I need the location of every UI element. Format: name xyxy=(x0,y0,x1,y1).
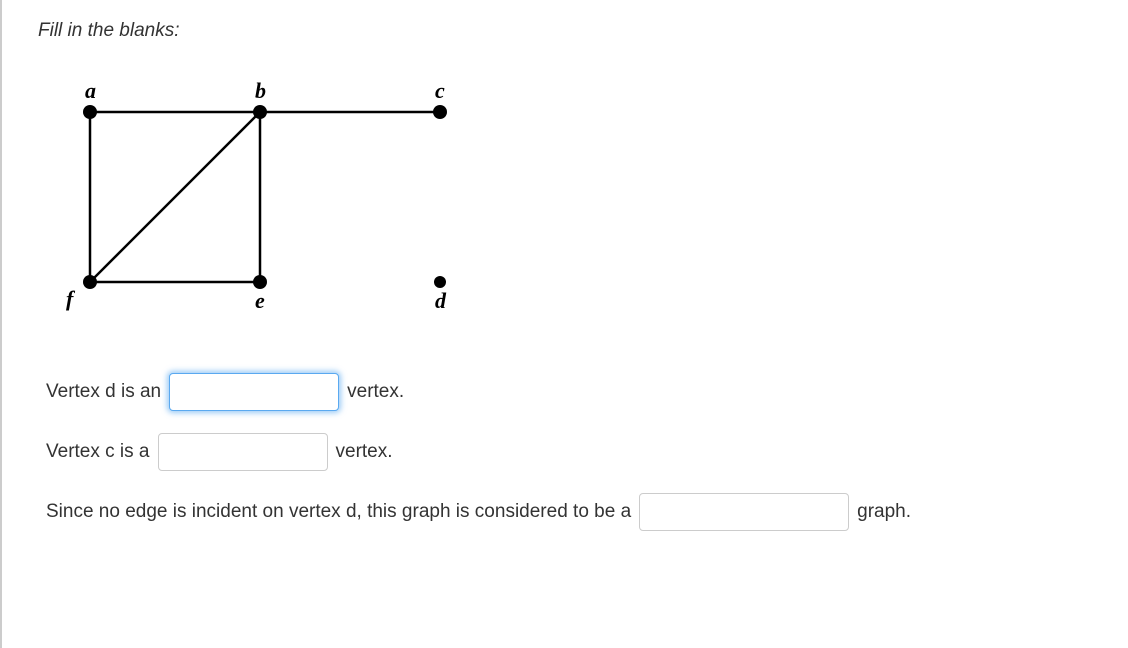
q1-input[interactable] xyxy=(169,373,339,411)
vertex-label-e: e xyxy=(255,288,265,313)
q2-post-text: vertex. xyxy=(336,432,393,472)
vertex-label-b: b xyxy=(255,78,266,103)
q2-input[interactable] xyxy=(158,433,328,471)
vertex-label-c: c xyxy=(435,78,445,103)
vertex-label-a: a xyxy=(85,78,96,103)
q3-pre-text: Since no edge is incident on vertex d, t… xyxy=(46,492,631,532)
q1-post-text: vertex. xyxy=(347,372,404,412)
vertex-d xyxy=(434,276,446,288)
q3-input[interactable] xyxy=(639,493,849,531)
q1-pre-text: Vertex d is an xyxy=(46,372,161,412)
question-2: Vertex c is a vertex. xyxy=(46,432,1108,472)
instruction-text: Fill in the blanks: xyxy=(38,20,1108,42)
vertex-label-f: f xyxy=(66,286,76,311)
vertex-e xyxy=(253,275,267,289)
q2-pre-text: Vertex c is a xyxy=(46,432,150,472)
vertex-b xyxy=(253,105,267,119)
q3-post-text: graph. xyxy=(857,492,911,532)
edge-f-b xyxy=(90,112,260,282)
vertex-c xyxy=(433,105,447,119)
question-1: Vertex d is an vertex. xyxy=(46,372,1108,412)
question-3: Since no edge is incident on vertex d, t… xyxy=(46,492,1108,532)
vertex-f xyxy=(83,275,97,289)
vertex-label-d: d xyxy=(435,288,447,313)
vertex-a xyxy=(83,105,97,119)
graph-figure: a b c e f d xyxy=(50,72,490,332)
